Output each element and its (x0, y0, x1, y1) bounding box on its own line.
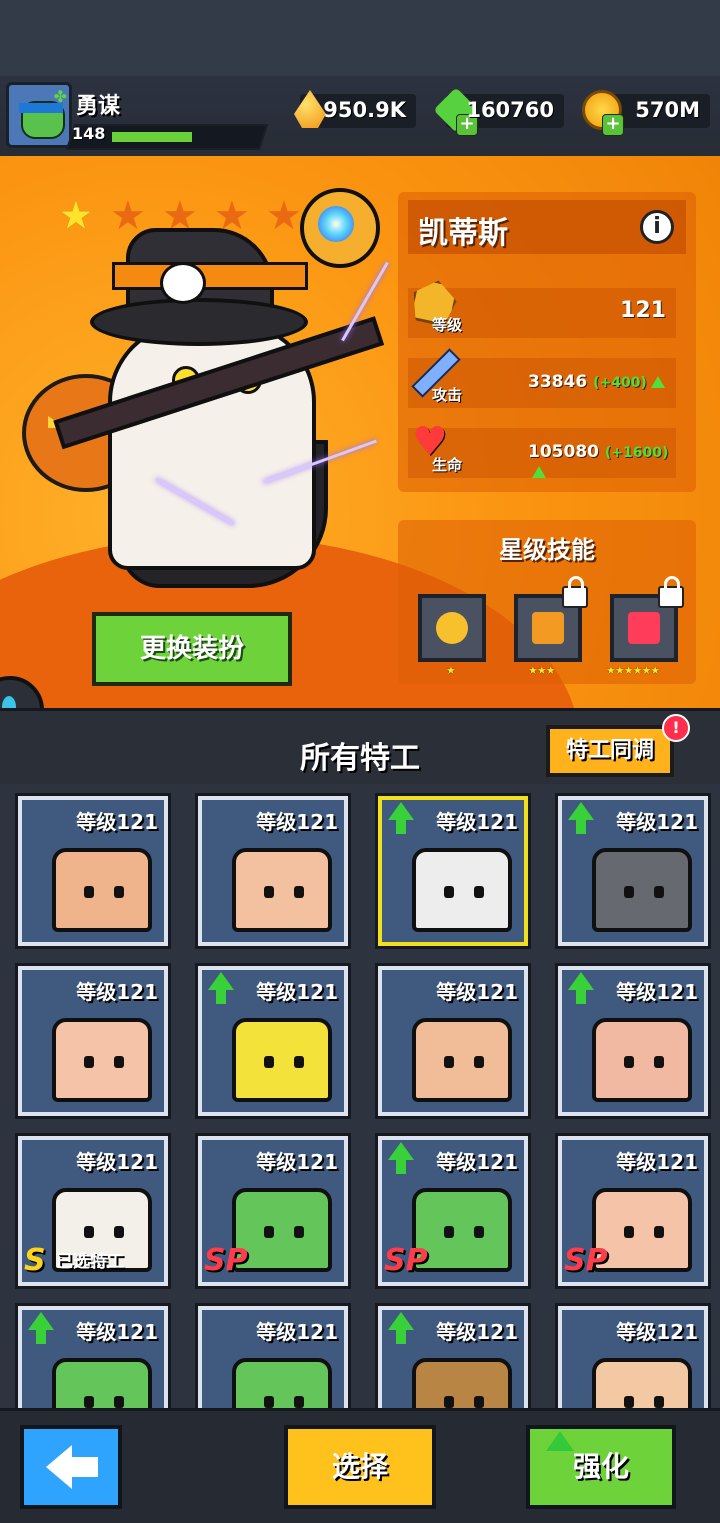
bottom-bar: 选择 强化 (0, 1408, 720, 1523)
upgrade-arrow-icon (546, 1431, 574, 1451)
agent-card-turtle-purple-agent[interactable]: 等级121 (18, 1306, 168, 1408)
agent-grid: 等级121 等级121 等级121 等级121 等级121 等级121 等级121 等级121… (0, 784, 720, 1408)
hero-name: 凯蒂斯 (418, 216, 508, 251)
molecule-icon (532, 612, 564, 644)
cat-plus-icon (436, 612, 468, 644)
player-header: ✤ 勇谋 148 950.9K + 160760 + 570M (0, 76, 720, 156)
agent-level-label: 等级121 (76, 1320, 158, 1344)
skull-icon (160, 262, 206, 304)
agent-card-turtle-orange-agent[interactable]: 等级121 (198, 1306, 348, 1408)
star-filled-icon: ★ (58, 193, 94, 239)
agent-portrait (412, 1358, 512, 1408)
agent-card-pink-hair-agent[interactable]: 等级121 (558, 966, 708, 1116)
agent-portrait (592, 1358, 692, 1408)
agent-card-reporter-agent[interactable]: 等级121 SP (558, 1136, 708, 1286)
rarity-badge: SP (204, 1243, 248, 1278)
lock-icon (658, 576, 684, 608)
gem-resource[interactable]: + 160760 (433, 87, 564, 136)
agent-card-blonde-agent[interactable]: 等级121 (558, 1306, 708, 1408)
agent-level-label: 等级121 (436, 1150, 518, 1174)
agent-card-turtle-red-agent[interactable]: 等级121 SP (378, 1136, 528, 1286)
player-level: 148 (72, 124, 106, 143)
agent-level-label: 等级121 (76, 1150, 158, 1174)
select-button[interactable]: 选择 (284, 1425, 436, 1509)
agent-level-label: 等级121 (76, 810, 158, 834)
drop-resource[interactable]: 950.9K (294, 90, 416, 128)
hero-info-panel: 凯蒂斯 i 等级 121 攻击 33846 (+400) ♥ 生命 105080… (398, 192, 696, 492)
energy-orb-icon (318, 206, 354, 242)
agent-card-orange-hair-agent[interactable]: 等级121 (18, 966, 168, 1116)
agent-portrait (412, 848, 512, 932)
star-skills-panel: 星级技能 ★ ★★★ ★★★★★★ (398, 520, 696, 684)
rarity-badge: SP (384, 1243, 428, 1278)
agent-portrait (52, 1018, 152, 1102)
skill-slot-3[interactable] (610, 576, 684, 662)
agent-level-label: 等级121 (256, 810, 338, 834)
agent-portrait (232, 1018, 332, 1102)
agent-card-red-scarf-agent[interactable]: 等级121 (198, 796, 348, 946)
status-bar-area (0, 0, 720, 76)
skill-slot-2[interactable] (514, 576, 588, 662)
agent-level-label: 等级121 (76, 980, 158, 1004)
alert-badge: ! (662, 714, 690, 742)
agent-level-label: 等级121 (616, 1150, 698, 1174)
agent-level-label: 等级121 (616, 980, 698, 1004)
agent-level-label: 等级121 (256, 1150, 338, 1174)
agent-level-label: 等级121 (436, 810, 518, 834)
agent-card-cat-agent[interactable]: 等级121 (378, 796, 528, 946)
agent-card-panda-agent[interactable]: 等级121 S 已选特工 (18, 1136, 168, 1286)
agent-card-sponge-agent[interactable]: 等级121 (198, 966, 348, 1116)
agent-portrait (52, 848, 152, 932)
upgrade-button[interactable]: 强化 (526, 1425, 676, 1509)
xp-bar-fill (112, 132, 193, 142)
rarity-badge: S (24, 1243, 46, 1278)
clover-icon: ✤ (53, 87, 67, 106)
agent-level-label: 等级121 (616, 1320, 698, 1344)
stat-attack: 攻击 33846 (+400) (408, 348, 676, 408)
agent-level-label: 等级121 (616, 810, 698, 834)
agent-portrait (592, 848, 692, 932)
back-button[interactable] (20, 1425, 122, 1509)
agent-card-turtle-blue-agent[interactable]: 等级121 SP (198, 1136, 348, 1286)
agent-level-label: 等级121 (436, 1320, 518, 1344)
stat-health: ♥ 生命 105080 (+1600) (408, 420, 676, 478)
health-plus-icon (628, 612, 660, 644)
coin-resource[interactable]: + 570M (582, 90, 710, 136)
agent-card-gasmask-agent[interactable]: 等级121 (558, 796, 708, 946)
agent-card-rat-agent[interactable]: 等级121 (378, 1306, 528, 1408)
agent-card-beard-agent[interactable]: 等级121 (378, 966, 528, 1116)
change-outfit-button[interactable]: 更换装扮 (92, 612, 292, 686)
star-empty-icon: ★ (110, 193, 146, 239)
rarity-badge: SP (564, 1243, 608, 1278)
agent-portrait (52, 1358, 152, 1408)
skill-slot-1[interactable] (418, 594, 486, 662)
agent-portrait (592, 1018, 692, 1102)
player-name: 勇谋 (76, 94, 121, 119)
add-coin-button[interactable]: + (602, 114, 624, 136)
agent-level-label: 等级121 (256, 980, 338, 1004)
roster-header: 所有特工 特工同调 ! (0, 708, 720, 787)
info-icon[interactable]: i (640, 210, 674, 244)
selected-agent-label: 已选特工 (56, 1252, 124, 1272)
lock-icon (562, 576, 588, 608)
agent-portrait (412, 1018, 512, 1102)
agent-sync-button[interactable]: 特工同调 (546, 725, 674, 777)
star-empty-icon: ★ (266, 193, 302, 239)
player-avatar[interactable]: ✤ (6, 82, 72, 148)
agent-portrait (232, 848, 332, 932)
agent-level-label: 等级121 (256, 1320, 338, 1344)
stat-level: 等级 121 (408, 288, 676, 338)
agent-level-label: 等级121 (436, 980, 518, 1004)
agent-card-goggles-agent[interactable]: 等级121 (18, 796, 168, 946)
agent-portrait (232, 1358, 332, 1408)
